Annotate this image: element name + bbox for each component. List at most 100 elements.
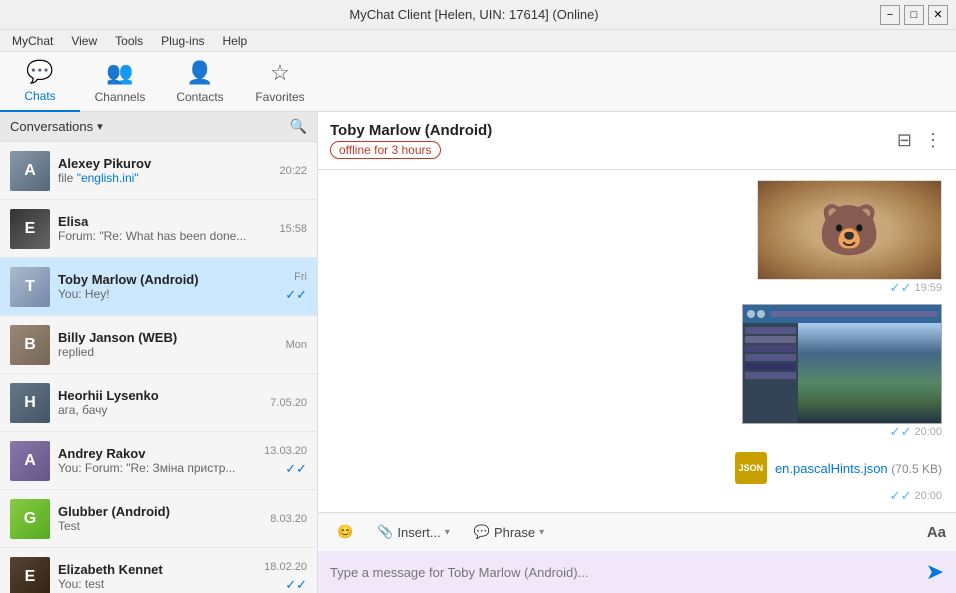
conv-meta: Mon [286,339,307,351]
conv-meta: 7.05.20 [270,397,307,409]
conversation-list: A Alexey Pikurov file "english.ini" 20:2… [0,142,317,593]
input-toolbar: 😊 📎 Insert... ▾ 💬 Phrase ▾ Aa [318,512,956,551]
list-item[interactable]: A Alexey Pikurov file "english.ini" 20:2… [0,142,317,200]
emoji-icon: 😊 [337,524,353,540]
msg-time: 19:59 [914,282,942,294]
list-item[interactable]: T Toby Marlow (Android) You: Hey! Fri ✓✓ [0,258,317,316]
menu-plugins[interactable]: Plug-ins [153,32,212,50]
conv-preview: You: Forum: "Re: Зміна пристр... [58,461,256,475]
tab-chats-label: Chats [24,89,55,103]
emoji-button[interactable]: 😊 [328,519,362,545]
list-item[interactable]: H Heorhii Lysenko ага, бачу 7.05.20 [0,374,317,432]
favorites-icon: ☆ [270,60,290,86]
insert-button[interactable]: 📎 Insert... ▾ [368,519,459,545]
right-panel: Toby Marlow (Android) offline for 3 hour… [318,112,956,593]
phrase-button[interactable]: 💬 Phrase ▾ [465,519,553,545]
menu-help[interactable]: Help [215,32,256,50]
avatar: T [10,267,50,307]
close-button[interactable]: ✕ [928,5,948,25]
maximize-button[interactable]: □ [904,5,924,25]
conversations-title: Conversations ▾ [10,119,103,134]
conv-time: 15:58 [279,223,307,235]
file-link[interactable]: en.pascalHints.json [775,461,888,476]
list-item[interactable]: B Billy Janson (WEB) replied Mon [0,316,317,374]
list-item[interactable]: A Andrey Rakov You: Forum: "Re: Зміна пр… [0,432,317,490]
menu-mychat[interactable]: MyChat [4,32,61,50]
tab-channels-label: Channels [95,90,146,104]
conv-name: Glubber (Android) [58,504,262,519]
screenshot-image [742,304,942,424]
chat-header-info: Toby Marlow (Android) offline for 3 hour… [330,122,492,159]
message-area: 🐻 ✓✓ 19:59 [318,170,956,512]
conv-info: Glubber (Android) Test [58,504,262,533]
tab-contacts[interactable]: 👤 Contacts [160,52,240,112]
menu-tools[interactable]: Tools [107,32,151,50]
tab-chats[interactable]: 💬 Chats [0,52,80,112]
list-item[interactable]: G Glubber (Android) Test 8.03.20 [0,490,317,548]
conv-time: 8.03.20 [270,513,307,525]
message-input[interactable] [330,565,918,580]
message-input-area: ➤ [318,551,956,593]
conv-name: Billy Janson (WEB) [58,330,278,345]
msg-time: 20:00 [914,490,942,502]
msg-ticks-icon: ✓✓ [890,424,912,440]
split-view-button[interactable]: ⊟ [895,128,914,153]
conv-meta: 8.03.20 [270,513,307,525]
conv-preview: You: test [58,577,256,591]
search-icon[interactable]: 🔍 [290,118,307,135]
chevron-down-icon: ▾ [445,527,450,538]
conv-preview: Test [58,519,262,533]
conv-time: 7.05.20 [270,397,307,409]
conv-preview: replied [58,345,278,359]
file-message: JSON en.pascalHints.json (70.5 KB) [735,448,942,488]
left-panel: Conversations ▾ 🔍 A Alexey Pikurov file … [0,112,318,593]
conversations-label: Conversations [10,119,93,134]
conv-meta: 13.03.20 ✓✓ [264,445,307,477]
conv-info: Elisa Forum: "Re: What has been done... [58,214,271,243]
conv-name: Elisa [58,214,271,229]
phrase-label: Phrase [494,525,535,540]
conv-preview: You: Hey! [58,287,277,301]
conv-name: Elizabeth Kennet [58,562,256,577]
minimize-button[interactable]: − [880,5,900,25]
conv-name: Alexey Pikurov [58,156,271,171]
conv-time: 18.02.20 [264,561,307,573]
msg-ticks-icon: ✓✓ [890,280,912,296]
conv-preview: file "english.ini" [58,171,271,185]
title-bar-text: MyChat Client [Helen, UIN: 17614] (Onlin… [68,7,880,22]
text-format-button[interactable]: Aa [927,524,946,541]
insert-label: Insert... [397,525,440,540]
msg-timestamp: ✓✓ 19:59 [890,280,942,296]
read-ticks-icon: ✓✓ [285,461,307,477]
more-options-button[interactable]: ⋮ [922,128,944,153]
conv-time: 13.03.20 [264,445,307,457]
tab-favorites[interactable]: ☆ Favorites [240,52,320,112]
conv-name: Andrey Rakov [58,446,256,461]
msg-row: 🐻 ✓✓ 19:59 [332,180,942,296]
conv-meta: 18.02.20 ✓✓ [264,561,307,593]
avatar: E [10,557,50,593]
msg-time: 20:00 [914,426,942,438]
avatar: A [10,441,50,481]
menu-view[interactable]: View [63,32,105,50]
avatar: G [10,499,50,539]
chevron-down-icon: ▾ [539,527,544,538]
conv-preview: ага, бачу [58,403,262,417]
chat-header-name: Toby Marlow (Android) [330,122,492,139]
conv-time: Mon [286,339,307,351]
chat-header-status: offline for 3 hours [330,141,441,159]
conversations-chevron: ▾ [97,120,103,133]
tab-channels[interactable]: 👥 Channels [80,52,160,112]
conv-meta: 15:58 [279,223,307,235]
list-item[interactable]: E Elisa Forum: "Re: What has been done..… [0,200,317,258]
nav-tabs: 💬 Chats 👥 Channels 👤 Contacts ☆ Favorite… [0,52,956,112]
msg-row: JSON en.pascalHints.json (70.5 KB) ✓✓ 20… [332,448,942,504]
conv-time: Fri [294,271,307,283]
msg-ticks-icon: ✓✓ [890,488,912,504]
send-button[interactable]: ➤ [926,559,944,585]
list-item[interactable]: E Elizabeth Kennet You: test 18.02.20 ✓✓ [0,548,317,593]
avatar: H [10,383,50,423]
menu-bar: MyChat View Tools Plug-ins Help [0,30,956,52]
file-icon: JSON [735,452,767,484]
file-size: (70.5 KB) [891,462,942,476]
